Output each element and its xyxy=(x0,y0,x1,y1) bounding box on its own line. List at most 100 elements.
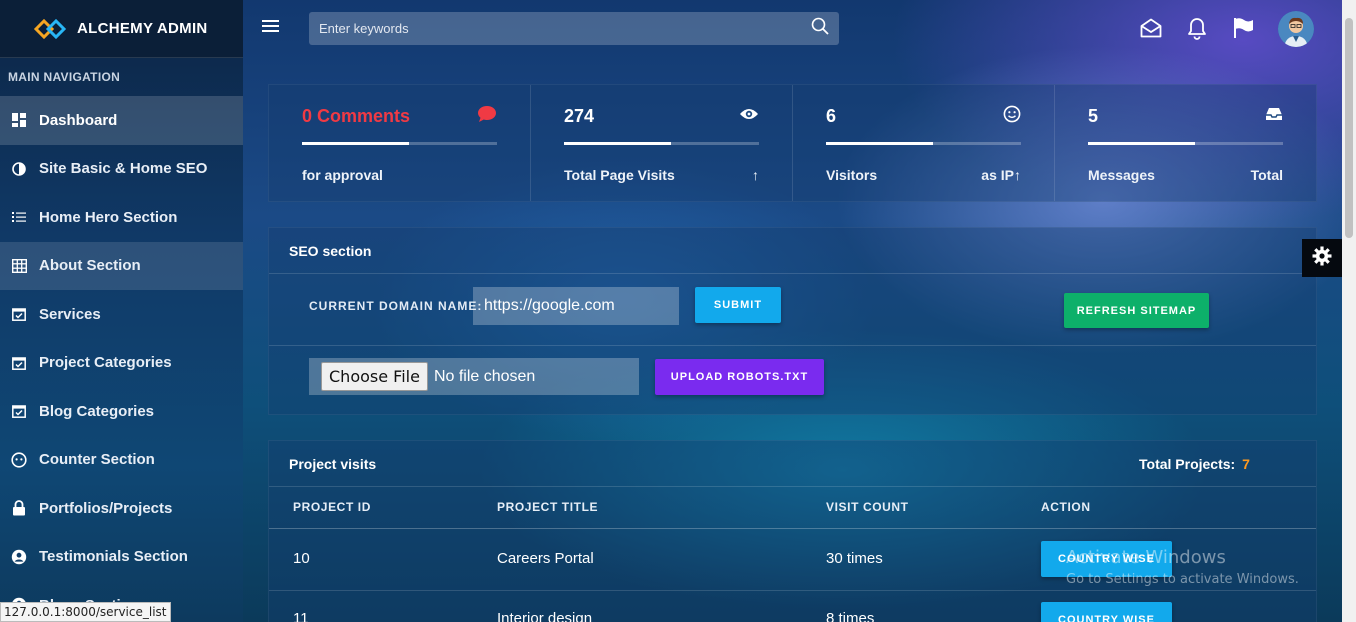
mail-open-icon[interactable] xyxy=(1139,16,1163,40)
stat-progress xyxy=(302,142,497,145)
search-bar xyxy=(309,12,839,45)
watermark-title: Activate Windows xyxy=(1066,547,1226,568)
divider xyxy=(269,486,1316,487)
sidebar-item-services[interactable]: Services xyxy=(0,290,243,339)
stat-label: for approval xyxy=(302,167,383,183)
calendar-check-icon xyxy=(10,305,28,323)
sidebar-item-testimonials[interactable]: Testimonials Section xyxy=(0,533,243,582)
stat-visitors[interactable]: 6 Visitors as IP↑ xyxy=(793,85,1055,201)
sidebar-item-label: Site Basic & Home SEO xyxy=(39,160,208,178)
cell-title: Interior design xyxy=(497,610,593,622)
column-header-title: PROJECT TITLE xyxy=(497,500,599,514)
stat-messages[interactable]: 5 Messages Total xyxy=(1055,85,1316,201)
stat-suffix: ↑ xyxy=(752,167,759,183)
cell-visits: 8 times xyxy=(826,610,875,622)
stat-progress-fill xyxy=(826,142,934,145)
sidebar-item-label: Portfolios/Projects xyxy=(39,499,173,517)
country-wise-button[interactable]: COUNTRY WISE xyxy=(1041,602,1172,622)
scrollbar-thumb[interactable] xyxy=(1345,18,1353,238)
brand-logo-icon xyxy=(33,18,67,39)
sidebar-item-blog-categories[interactable]: Blog Categories xyxy=(0,387,243,436)
sidebar-item-home-hero[interactable]: Home Hero Section xyxy=(0,193,243,242)
user-circle-icon xyxy=(10,548,28,566)
choose-file-button[interactable]: Choose File xyxy=(321,362,428,391)
stat-suffix: Total xyxy=(1250,167,1283,183)
sidebar-item-label: Dashboard xyxy=(39,111,118,129)
calendar-check-icon xyxy=(10,402,28,420)
projects-title: Project visits xyxy=(289,456,377,472)
calendar-check-icon xyxy=(10,354,28,372)
stat-label: Total Page Visits xyxy=(564,167,675,183)
stats-panel: 0 Comments for approval 274 Total Page V… xyxy=(268,84,1317,202)
cell-id: 11 xyxy=(293,610,309,622)
stat-value: 6 xyxy=(826,105,837,126)
sidebar-item-label: Services xyxy=(39,305,101,323)
stat-progress-fill xyxy=(302,142,410,145)
seo-title: SEO section xyxy=(269,228,1316,274)
avatar[interactable] xyxy=(1278,11,1314,47)
sidebar-item-counter[interactable]: Counter Section xyxy=(0,436,243,485)
sidebar-item-label: Home Hero Section xyxy=(39,208,178,226)
stat-progress-fill xyxy=(564,142,672,145)
stat-progress-fill xyxy=(1088,142,1196,145)
face-icon xyxy=(10,451,28,469)
search-icon[interactable] xyxy=(811,17,829,40)
brand[interactable]: ALCHEMY ADMIN xyxy=(0,0,243,58)
projects-total-value: 7 xyxy=(1242,456,1250,472)
domain-input[interactable] xyxy=(473,287,679,325)
flag-icon[interactable] xyxy=(1232,16,1256,40)
watermark-subtitle: Go to Settings to activate Windows. xyxy=(1066,572,1299,587)
gear-icon xyxy=(1312,246,1332,271)
sidebar-item-site-basic[interactable]: Site Basic & Home SEO xyxy=(0,145,243,194)
sidebar-item-project-categories[interactable]: Project Categories xyxy=(0,339,243,388)
refresh-sitemap-button[interactable]: REFRESH SITEMAP xyxy=(1064,293,1209,328)
comment-icon xyxy=(477,105,497,128)
cell-id: 10 xyxy=(293,550,310,567)
column-header-action: ACTION xyxy=(1041,500,1091,514)
search-input[interactable] xyxy=(319,21,811,36)
eye-icon xyxy=(739,107,759,126)
smile-icon xyxy=(1003,105,1021,128)
column-header-visits: VISIT COUNT xyxy=(826,500,909,514)
page-scrollbar[interactable] xyxy=(1342,0,1356,622)
stat-page-visits[interactable]: 274 Total Page Visits ↑ xyxy=(531,85,793,201)
hamburger-menu-icon[interactable] xyxy=(262,18,284,38)
stat-progress xyxy=(564,142,759,145)
sidebar-item-about[interactable]: About Section xyxy=(0,241,243,290)
sidebar-item-label: Blog Categories xyxy=(39,402,155,420)
projects-total: Total Projects: 7 xyxy=(1139,456,1250,472)
stat-value: 5 xyxy=(1088,105,1099,126)
lock-icon xyxy=(10,499,28,517)
sidebar-item-label: About Section xyxy=(39,257,141,275)
stat-progress xyxy=(826,142,1021,145)
stat-label: Visitors xyxy=(826,167,878,183)
sidebar-item-dashboard[interactable]: Dashboard xyxy=(0,96,243,145)
sidebar-item-label: Project Categories xyxy=(39,354,172,372)
stat-label: Messages xyxy=(1088,167,1155,183)
bell-icon[interactable] xyxy=(1185,16,1209,40)
contrast-icon xyxy=(10,160,28,178)
nav-header: MAIN NAVIGATION xyxy=(8,70,121,84)
projects-total-label: Total Projects: xyxy=(1139,456,1236,472)
divider xyxy=(269,528,1316,529)
sidebar-item-label: Counter Section xyxy=(39,451,155,469)
domain-row: CURRENT DOMAIN NAME: SUBMIT REFRESH SITE… xyxy=(269,274,1316,346)
column-header-id: PROJECT ID xyxy=(293,500,372,514)
list-icon xyxy=(10,208,28,226)
sidebar-item-portfolios[interactable]: Portfolios/Projects xyxy=(0,484,243,533)
domain-label: CURRENT DOMAIN NAME: xyxy=(309,299,483,313)
stat-comments[interactable]: 0 Comments for approval xyxy=(269,85,531,201)
projects-panel: Project visits Total Projects: 7 PROJECT… xyxy=(268,440,1317,622)
seo-panel: SEO section CURRENT DOMAIN NAME: SUBMIT … xyxy=(268,227,1317,415)
status-bar-url: 127.0.0.1:8000/service_list xyxy=(0,602,171,622)
grid-icon xyxy=(10,257,28,275)
sidebar: ALCHEMY ADMIN MAIN NAVIGATION Dashboard … xyxy=(0,0,243,622)
inbox-icon xyxy=(1265,106,1283,127)
brand-name: ALCHEMY ADMIN xyxy=(77,20,208,37)
submit-button[interactable]: SUBMIT xyxy=(695,287,781,323)
upload-robots-button[interactable]: UPLOAD ROBOTS.TXT xyxy=(655,359,824,395)
cell-title: Careers Portal xyxy=(497,550,594,567)
settings-toggle[interactable] xyxy=(1302,239,1342,277)
cell-visits: 30 times xyxy=(826,550,883,567)
robots-file-input[interactable]: Choose File No file chosen xyxy=(309,358,639,395)
